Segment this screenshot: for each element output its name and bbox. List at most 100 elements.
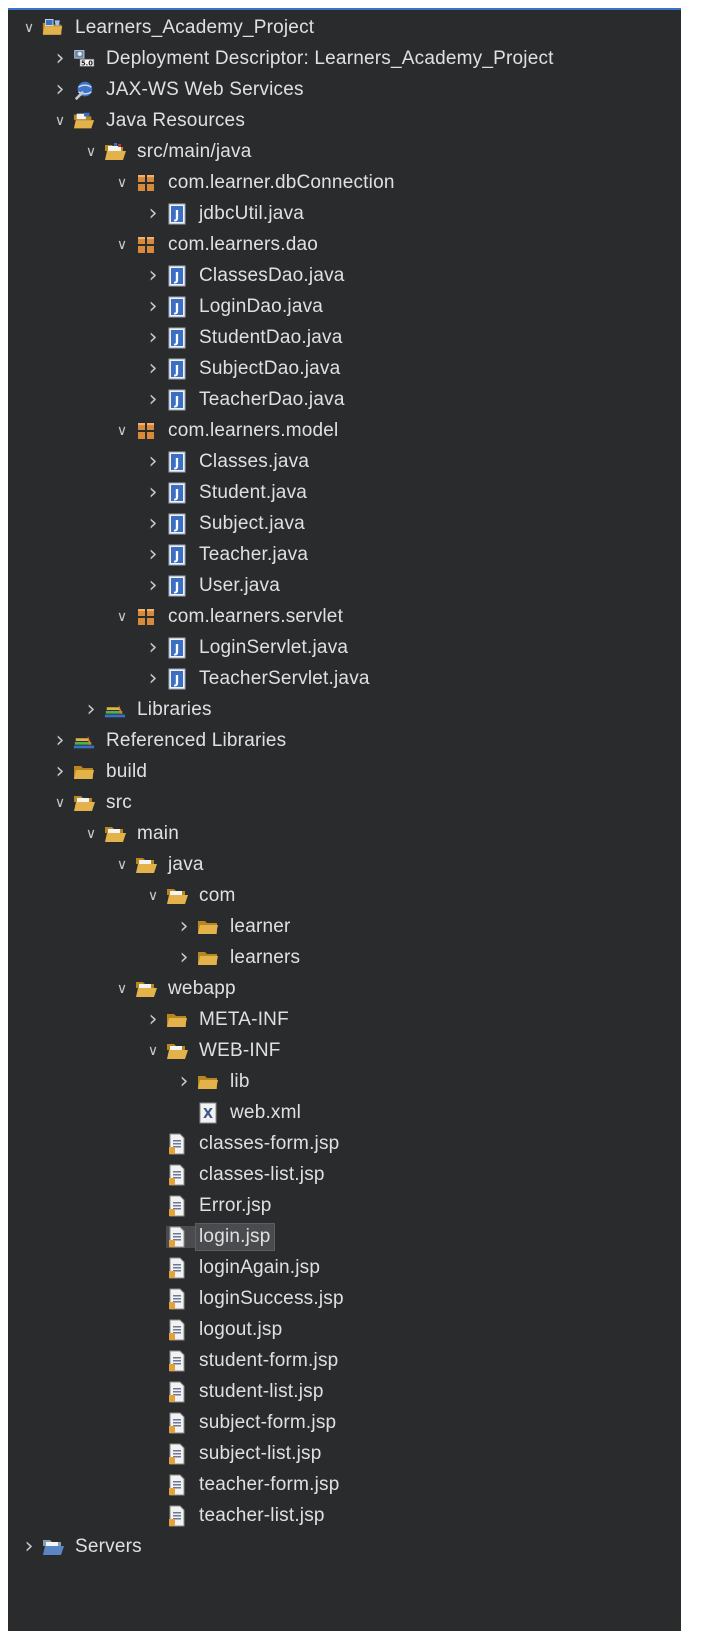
expand-chevron-icon[interactable]: › — [146, 574, 160, 596]
expand-chevron-icon[interactable]: › — [146, 326, 160, 348]
expand-chevron-icon[interactable]: › — [177, 915, 191, 937]
tree-item[interactable]: › 5.0 Deployment Descriptor: Learners_Aca… — [8, 43, 681, 74]
tree-item[interactable]: › J User.java — [8, 570, 681, 601]
collapse-chevron-icon[interactable]: ∨ — [115, 856, 129, 874]
collapse-chevron-icon[interactable]: ∨ — [146, 887, 160, 905]
tree-item[interactable]: ∨ webapp — [8, 973, 681, 1004]
tree-item[interactable]: › J LoginServlet.java — [8, 632, 681, 663]
expand-chevron-icon[interactable]: › — [146, 450, 160, 472]
tree-item[interactable]: Xweb.xml — [8, 1097, 681, 1128]
collapse-chevron-icon[interactable]: ∨ — [53, 112, 67, 130]
expand-chevron-icon[interactable]: › — [146, 295, 160, 317]
tree-item[interactable]: › Servers — [8, 1531, 681, 1562]
tree-item[interactable]: ∨ com.learners.model — [8, 415, 681, 446]
tree-item[interactable]: › JAX-WS Web Services — [8, 74, 681, 105]
expand-chevron-icon[interactable]: › — [53, 78, 67, 100]
expand-chevron-icon[interactable]: › — [146, 202, 160, 224]
tree-item[interactable]: logout.jsp — [8, 1314, 681, 1345]
expand-chevron-icon[interactable]: › — [177, 1070, 191, 1092]
expand-chevron-icon[interactable]: › — [146, 636, 160, 658]
tree-item[interactable]: › META-INF — [8, 1004, 681, 1035]
tree-item[interactable]: ∨ WEB-INF — [8, 1035, 681, 1066]
java-file-icon: J — [166, 575, 188, 597]
expand-chevron-icon[interactable]: › — [146, 264, 160, 286]
collapse-chevron-icon[interactable]: ∨ — [115, 174, 129, 192]
expand-chevron-icon[interactable]: › — [177, 946, 191, 968]
tree-item[interactable]: › build — [8, 756, 681, 787]
expand-chevron-icon[interactable]: › — [53, 760, 67, 782]
tree-item[interactable]: ∨ src/main/java — [8, 136, 681, 167]
expand-chevron-icon[interactable]: › — [146, 357, 160, 379]
collapse-chevron-icon[interactable]: ∨ — [53, 794, 67, 812]
library-icon — [104, 699, 126, 721]
tree-item[interactable]: Error.jsp — [8, 1190, 681, 1221]
expand-chevron-icon[interactable]: › — [22, 1535, 36, 1557]
tree-item[interactable]: teacher-form.jsp — [8, 1469, 681, 1500]
tree-item[interactable]: classes-list.jsp — [8, 1159, 681, 1190]
tree-item-label: com.learners.model — [168, 419, 339, 441]
expand-chevron-icon[interactable]: › — [146, 543, 160, 565]
collapse-chevron-icon[interactable]: ∨ — [115, 980, 129, 998]
tree-item[interactable]: classes-form.jsp — [8, 1128, 681, 1159]
expand-chevron-icon[interactable]: › — [146, 1008, 160, 1030]
tree-item[interactable]: › J ClassesDao.java — [8, 260, 681, 291]
expand-chevron-icon[interactable]: › — [146, 667, 160, 689]
expand-chevron-icon[interactable]: › — [84, 698, 98, 720]
collapse-chevron-icon[interactable]: ∨ — [115, 608, 129, 626]
expand-chevron-icon[interactable]: › — [53, 729, 67, 751]
tree-item[interactable]: › J Student.java — [8, 477, 681, 508]
collapse-chevron-icon[interactable]: ∨ — [84, 143, 98, 161]
tree-item[interactable]: › Referenced Libraries — [8, 725, 681, 756]
tree-item[interactable]: subject-form.jsp — [8, 1407, 681, 1438]
tree-item-label: StudentDao.java — [199, 326, 343, 348]
tree-item[interactable]: ∨ java — [8, 849, 681, 880]
expand-chevron-icon[interactable]: › — [146, 512, 160, 534]
svg-text:J: J — [174, 487, 179, 501]
tree-item[interactable]: ∨ com.learners.dao — [8, 229, 681, 260]
tree-item[interactable]: › J StudentDao.java — [8, 322, 681, 353]
tree-item[interactable]: › J Classes.java — [8, 446, 681, 477]
tree-item[interactable]: loginSuccess.jsp — [8, 1283, 681, 1314]
tree-item[interactable]: student-list.jsp — [8, 1376, 681, 1407]
tree-item[interactable]: › J TeacherServlet.java — [8, 663, 681, 694]
tree-item[interactable]: ∨ com — [8, 880, 681, 911]
svg-text:J: J — [174, 580, 179, 594]
tree-item-label: build — [106, 760, 148, 782]
tree-item[interactable]: loginAgain.jsp — [8, 1252, 681, 1283]
expand-chevron-icon[interactable]: › — [146, 388, 160, 410]
tree-item[interactable]: subject-list.jsp — [8, 1438, 681, 1469]
tree-item[interactable]: › J TeacherDao.java — [8, 384, 681, 415]
collapse-chevron-icon[interactable]: ∨ — [22, 19, 36, 37]
tree-item[interactable]: ∨ main — [8, 818, 681, 849]
tree-item[interactable]: › lib — [8, 1066, 681, 1097]
tree-item[interactable]: ∨ Java Resources — [8, 105, 681, 136]
tree-item[interactable]: › learner — [8, 911, 681, 942]
collapse-chevron-icon[interactable]: ∨ — [146, 1042, 160, 1060]
collapse-chevron-icon[interactable]: ∨ — [115, 236, 129, 254]
tree-item[interactable]: › J LoginDao.java — [8, 291, 681, 322]
expand-chevron-icon[interactable]: › — [53, 47, 67, 69]
tree-item[interactable]: › learners — [8, 942, 681, 973]
collapse-chevron-icon[interactable]: ∨ — [115, 422, 129, 440]
tree-item[interactable]: › J Subject.java — [8, 508, 681, 539]
tree-item[interactable]: › J Teacher.java — [8, 539, 681, 570]
tree-item-label: subject-list.jsp — [199, 1442, 322, 1464]
tree-item[interactable]: ∨ com.learners.servlet — [8, 601, 681, 632]
tree-item-label: com — [199, 884, 236, 906]
tree-item[interactable]: teacher-list.jsp — [8, 1500, 681, 1531]
tree-item[interactable]: ∨ com.learner.dbConnection — [8, 167, 681, 198]
jsp-file-icon — [166, 1257, 188, 1279]
tree-item-label: classes-list.jsp — [199, 1163, 325, 1185]
collapse-chevron-icon[interactable]: ∨ — [84, 825, 98, 843]
tree-item[interactable]: › J SubjectDao.java — [8, 353, 681, 384]
tree-item[interactable]: student-form.jsp — [8, 1345, 681, 1376]
tree-item[interactable]: ∨ src — [8, 787, 681, 818]
expand-chevron-icon[interactable]: › — [146, 481, 160, 503]
tree-item[interactable]: › JjdbcUtil.java — [8, 198, 681, 229]
open-folder-icon — [166, 1040, 188, 1062]
tree-item[interactable]: › Libraries — [8, 694, 681, 725]
tree-item[interactable]: ∨ Learners_Academy_Project — [8, 12, 681, 43]
tree-item[interactable]: login.jsp — [8, 1221, 681, 1252]
